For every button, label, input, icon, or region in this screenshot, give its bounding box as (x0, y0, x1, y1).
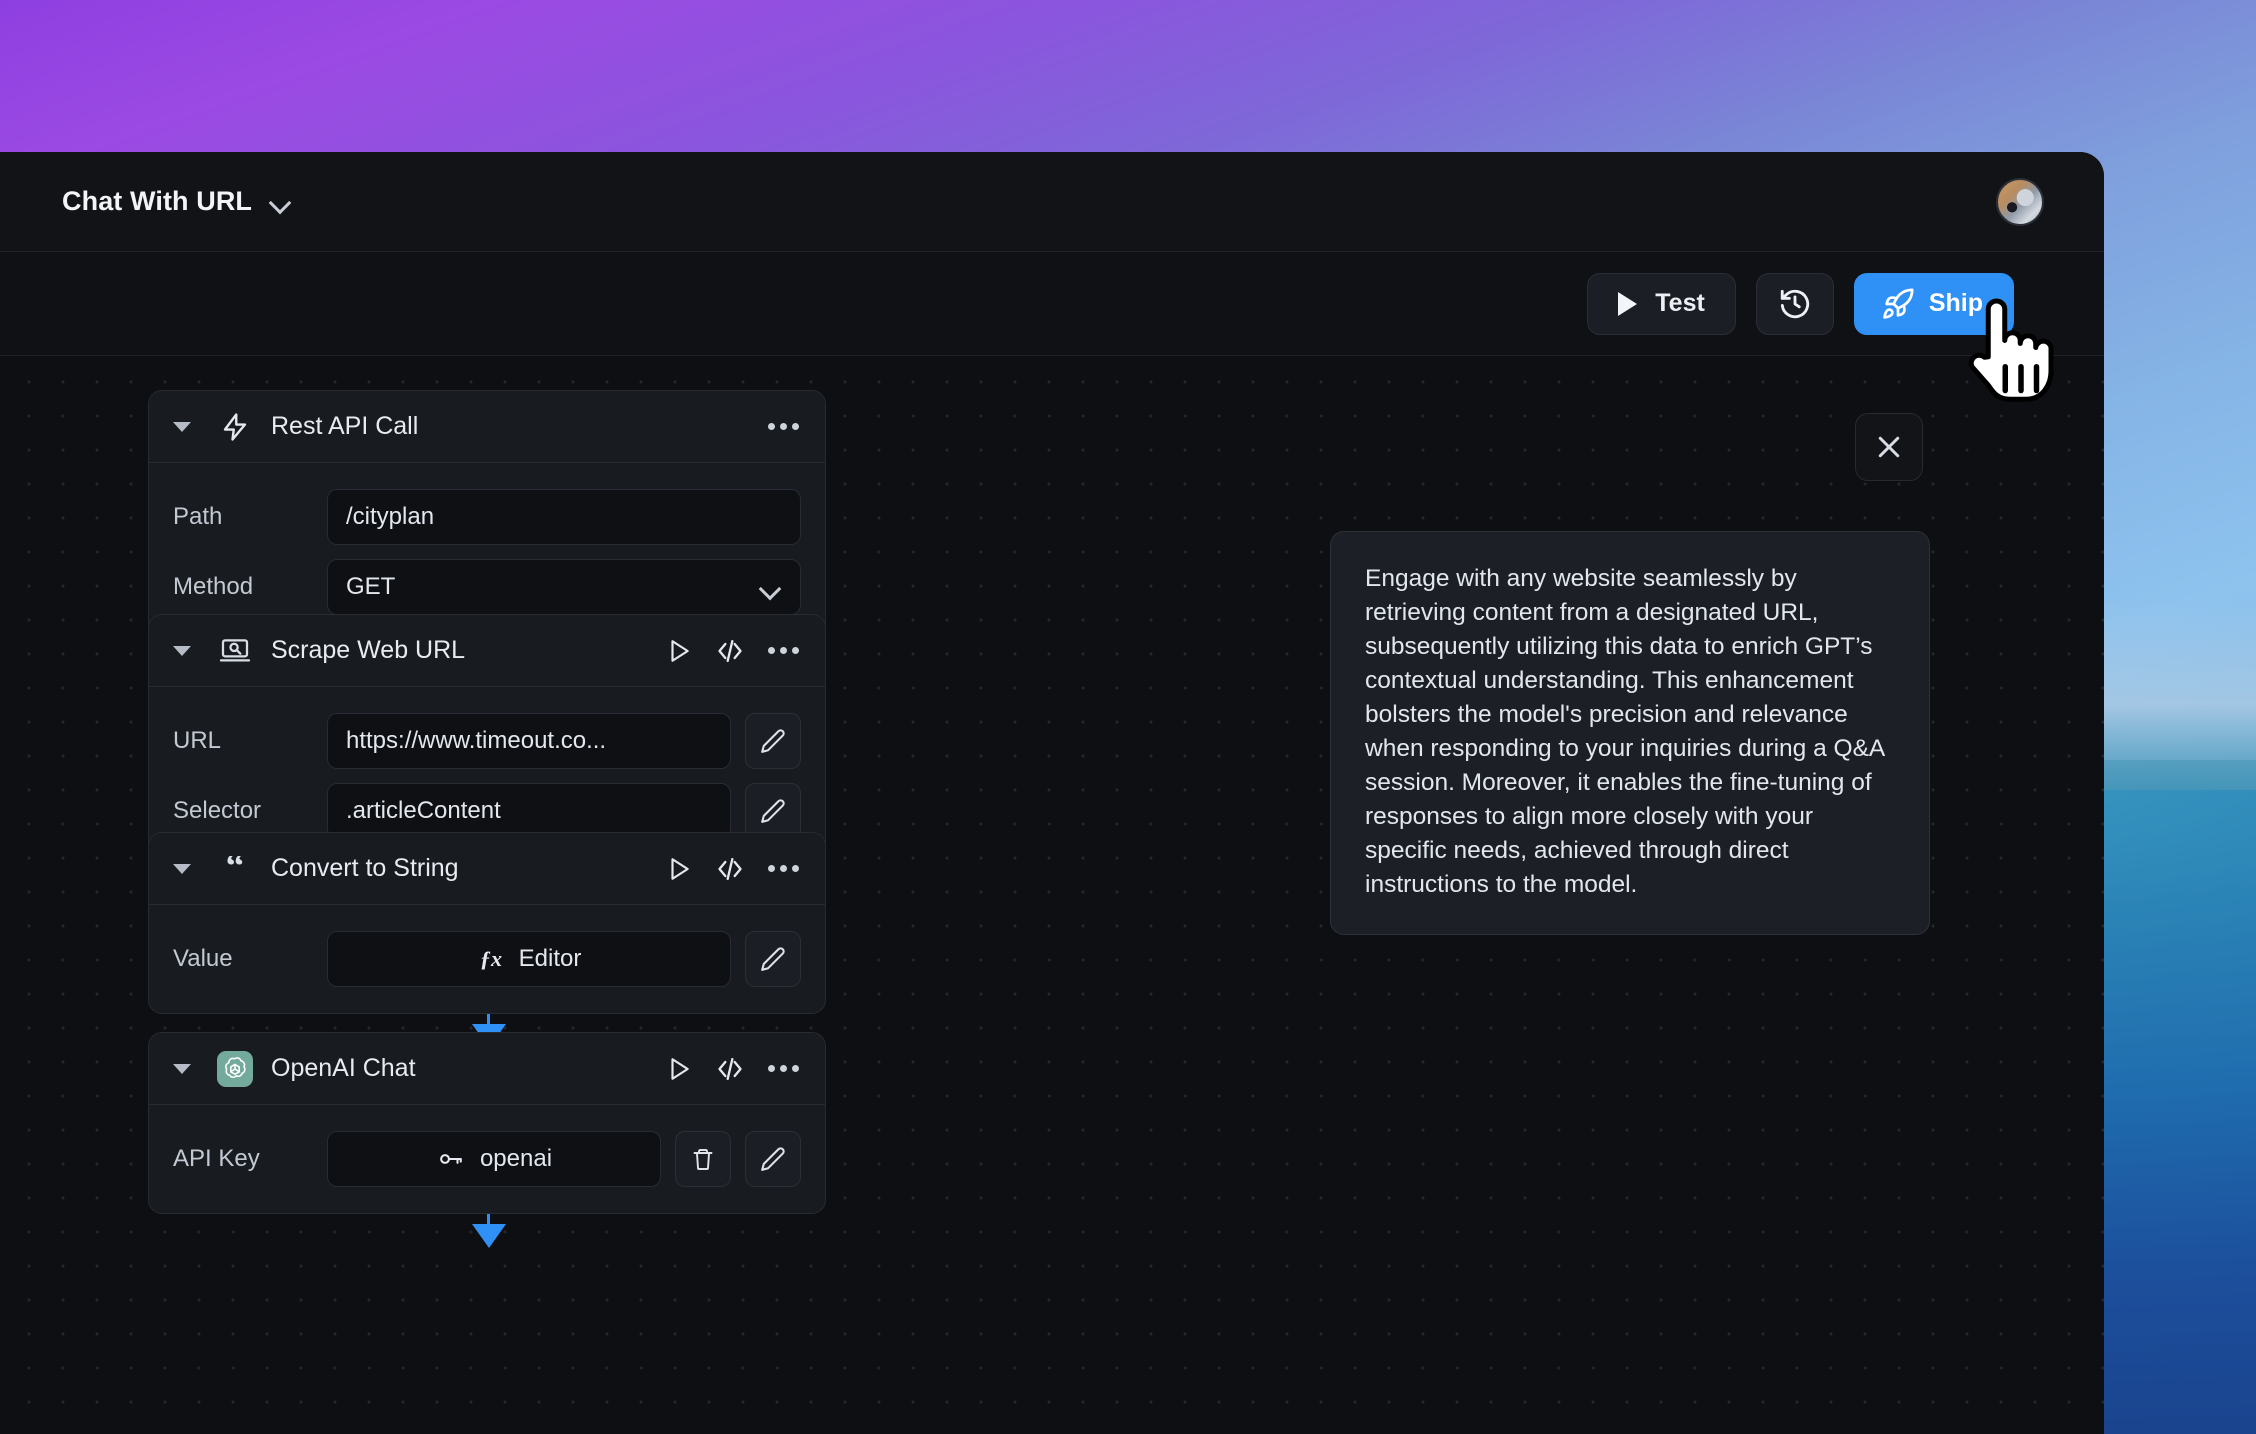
laptop-search-icon (217, 633, 253, 669)
run-node-button[interactable] (666, 637, 692, 665)
lightning-bolt-icon (217, 409, 253, 445)
close-icon (1874, 432, 1904, 462)
caret-down-icon[interactable] (173, 1064, 191, 1074)
caret-down-icon[interactable] (173, 422, 191, 432)
node-body: Value ƒx Editor (149, 905, 825, 1013)
more-options-icon[interactable] (768, 423, 799, 430)
field-row-api-key: API Key openai (173, 1131, 801, 1187)
pencil-icon (760, 798, 786, 824)
url-input[interactable]: https://www.timeout.co... (327, 713, 731, 769)
node-header[interactable]: Scrape Web URL (149, 615, 825, 687)
chevron-down-icon (760, 581, 782, 594)
page-title: Chat With URL (62, 186, 252, 217)
key-icon (436, 1146, 466, 1172)
trash-icon (691, 1146, 715, 1172)
quote-glyph: “ (220, 856, 250, 882)
node-title: Convert to String (271, 854, 666, 883)
node-scrape-web-url[interactable]: Scrape Web URL (148, 614, 826, 866)
app-window: Chat With URL Test Ship (0, 152, 2104, 1434)
api-key-credential[interactable]: openai (327, 1131, 661, 1187)
node-header[interactable]: “ Convert to String (149, 833, 825, 905)
pencil-icon (760, 1146, 786, 1172)
field-label: Value (173, 945, 313, 973)
connector-arrow (472, 1224, 506, 1248)
api-key-value: openai (480, 1145, 552, 1173)
field-label: Selector (173, 797, 313, 825)
rocket-icon (1881, 287, 1915, 321)
caret-down-icon[interactable] (173, 646, 191, 656)
view-code-button[interactable] (714, 637, 746, 665)
run-node-button[interactable] (666, 855, 692, 883)
node-openai-chat[interactable]: OpenAI Chat (148, 1032, 826, 1214)
svg-text:ƒx: ƒx (480, 946, 502, 971)
node-body: API Key openai (149, 1105, 825, 1213)
node-convert-to-string[interactable]: “ Convert to String (148, 832, 826, 1014)
field-label: API Key (173, 1145, 313, 1173)
code-brackets-icon (714, 1055, 746, 1083)
path-input[interactable]: /cityplan (327, 489, 801, 545)
method-select-value: GET (346, 573, 395, 601)
svg-text:“: “ (226, 856, 245, 882)
node-header[interactable]: Rest API Call (149, 391, 825, 463)
pencil-icon (760, 728, 786, 754)
quote-icon: “ (217, 851, 253, 887)
node-title: Rest API Call (271, 412, 768, 441)
field-label: URL (173, 727, 313, 755)
flow-canvas[interactable]: Rest API Call Path /cityplan Method GET (0, 356, 2104, 1434)
history-button[interactable] (1756, 273, 1834, 335)
field-row-selector: Selector .articleContent (173, 783, 801, 839)
avatar[interactable] (1996, 178, 2044, 226)
code-brackets-icon (714, 637, 746, 665)
field-row-value: Value ƒx Editor (173, 931, 801, 987)
field-row-path: Path /cityplan (173, 489, 801, 545)
test-button[interactable]: Test (1587, 273, 1736, 335)
method-select[interactable]: GET (327, 559, 801, 615)
edit-url-button[interactable] (745, 713, 801, 769)
edit-api-key-button[interactable] (745, 1131, 801, 1187)
title-bar: Chat With URL (0, 152, 2104, 252)
more-options-icon[interactable] (768, 647, 799, 654)
openai-logo-icon (217, 1051, 253, 1087)
play-icon (666, 855, 692, 883)
info-panel-description: Engage with any website seamlessly by re… (1365, 562, 1897, 902)
play-icon (666, 637, 692, 665)
edit-value-button[interactable] (745, 931, 801, 987)
selector-input[interactable]: .articleContent (327, 783, 731, 839)
more-options-icon[interactable] (768, 865, 799, 872)
field-label: Path (173, 503, 313, 531)
edit-selector-button[interactable] (745, 783, 801, 839)
view-code-button[interactable] (714, 1055, 746, 1083)
view-code-button[interactable] (714, 855, 746, 883)
node-header[interactable]: OpenAI Chat (149, 1033, 825, 1105)
pencil-icon (760, 946, 786, 972)
action-toolbar: Test Ship (0, 252, 2104, 356)
code-brackets-icon (714, 855, 746, 883)
node-title: Scrape Web URL (271, 636, 666, 665)
test-button-label: Test (1655, 289, 1705, 318)
caret-down-icon[interactable] (173, 864, 191, 874)
value-editor-button[interactable]: ƒx Editor (327, 931, 731, 987)
field-label: Method (173, 573, 313, 601)
play-icon (666, 1055, 692, 1083)
value-editor-label: Editor (519, 945, 582, 973)
field-row-method: Method GET (173, 559, 801, 615)
close-info-panel-button[interactable] (1855, 413, 1923, 481)
project-switcher[interactable]: Chat With URL (62, 186, 292, 217)
node-rest-api-call[interactable]: Rest API Call Path /cityplan Method GET (148, 390, 826, 642)
node-title: OpenAI Chat (271, 1054, 666, 1083)
field-row-url: URL https://www.timeout.co... (173, 713, 801, 769)
run-node-button[interactable] (666, 1055, 692, 1083)
delete-api-key-button[interactable] (675, 1131, 731, 1187)
history-clock-icon (1778, 287, 1812, 321)
ship-button[interactable]: Ship (1854, 273, 2014, 335)
play-icon (1618, 292, 1637, 316)
fx-icon: ƒx (477, 944, 505, 974)
ship-button-label: Ship (1929, 289, 1983, 318)
info-panel: Engage with any website seamlessly by re… (1330, 531, 1930, 935)
chevron-down-icon (270, 195, 292, 208)
more-options-icon[interactable] (768, 1065, 799, 1072)
